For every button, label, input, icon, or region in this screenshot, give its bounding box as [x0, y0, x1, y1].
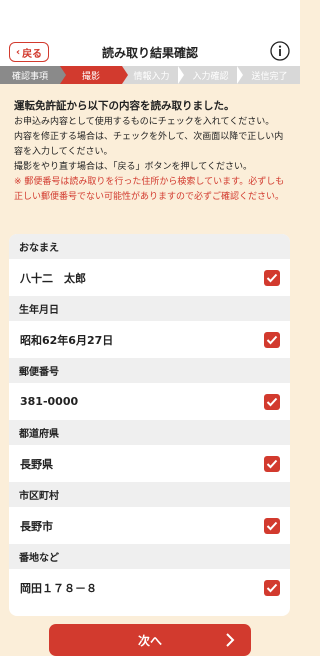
- field-label: 市区町村: [9, 482, 290, 507]
- field-row: 長野県: [9, 445, 290, 482]
- instructions-line-2: 内容を修正する場合は、チェックを外して、次画面以降で正しい内容を入力してください…: [14, 132, 284, 157]
- field-row: 長野市: [9, 507, 290, 544]
- field-birthdate: 生年月日 昭和62年6月27日: [9, 296, 290, 358]
- field-label: おなまえ: [9, 234, 290, 259]
- instructions-line-1: お申込み内容として使用するものにチェックを入れてください。: [14, 117, 275, 127]
- checkbox-checked-icon[interactable]: [264, 517, 280, 534]
- page-title: 読み取り結果確認: [101, 46, 198, 60]
- field-value: 昭和62年6月27日: [20, 333, 114, 347]
- field-value: 八十二 太郎: [20, 271, 86, 285]
- checkbox-checked-icon[interactable]: [264, 455, 280, 472]
- info-icon[interactable]: [270, 41, 290, 61]
- field-value: 岡田１７８－８: [20, 581, 97, 595]
- step-info-input: 情報入力: [122, 66, 184, 84]
- field-name: おなまえ 八十二 太郎: [9, 234, 290, 296]
- next-button[interactable]: 次へ: [49, 624, 251, 656]
- field-city: 市区町村 長野市: [9, 482, 290, 544]
- field-value: 381-0000: [20, 395, 79, 408]
- field-row: 昭和62年6月27日: [9, 321, 290, 358]
- checkbox-checked-icon[interactable]: [264, 393, 280, 410]
- field-row: 八十二 太郎: [9, 259, 290, 296]
- instructions: 運転免許証から以下の内容を読み取りました。 お申込み内容として使用するものにチェ…: [14, 98, 288, 205]
- checkbox-checked-icon[interactable]: [264, 579, 280, 596]
- field-label: 都道府県: [9, 420, 290, 445]
- field-value: 長野県: [20, 457, 53, 471]
- field-row: 岡田１７８－８: [9, 569, 290, 606]
- header-bar: ‹ 戻る 読み取り結果確認: [0, 0, 300, 66]
- next-button-label: 次へ: [137, 633, 162, 648]
- step-complete: 送信完了: [240, 66, 299, 84]
- instructions-line-3: 撮影をやり直す場合は、「戻る」ボタンを押してください。: [14, 162, 252, 172]
- read-results-card: おなまえ 八十二 太郎 生年月日 昭和62年6月27日 郵便番号 381-000…: [9, 234, 290, 616]
- field-address: 番地など 岡田１７８－８: [9, 544, 290, 606]
- field-row: 381-0000: [9, 383, 290, 420]
- checkbox-checked-icon[interactable]: [264, 331, 280, 348]
- postal-code-note: ※ 郵便番号は読み取りを行った住所から検索しています。必ずしも正しい郵便番号でな…: [14, 177, 285, 202]
- field-postal-code: 郵便番号 381-0000: [9, 358, 290, 420]
- step-input-check: 入力確認: [181, 66, 243, 84]
- field-label: 番地など: [9, 544, 290, 569]
- step-photo: 撮影: [60, 66, 128, 84]
- field-prefecture: 都道府県 長野県: [9, 420, 290, 482]
- step-confirm: 確認事項: [0, 66, 66, 84]
- field-label: 生年月日: [9, 296, 290, 321]
- chevron-right-icon: [226, 633, 235, 647]
- progress-steps: 確認事項 撮影 情報入力 入力確認 送信完了: [0, 66, 300, 84]
- field-label: 郵便番号: [9, 358, 290, 383]
- field-value: 長野市: [20, 519, 53, 533]
- instructions-lead: 運転免許証から以下の内容を読み取りました。: [14, 100, 235, 112]
- checkbox-checked-icon[interactable]: [264, 269, 280, 286]
